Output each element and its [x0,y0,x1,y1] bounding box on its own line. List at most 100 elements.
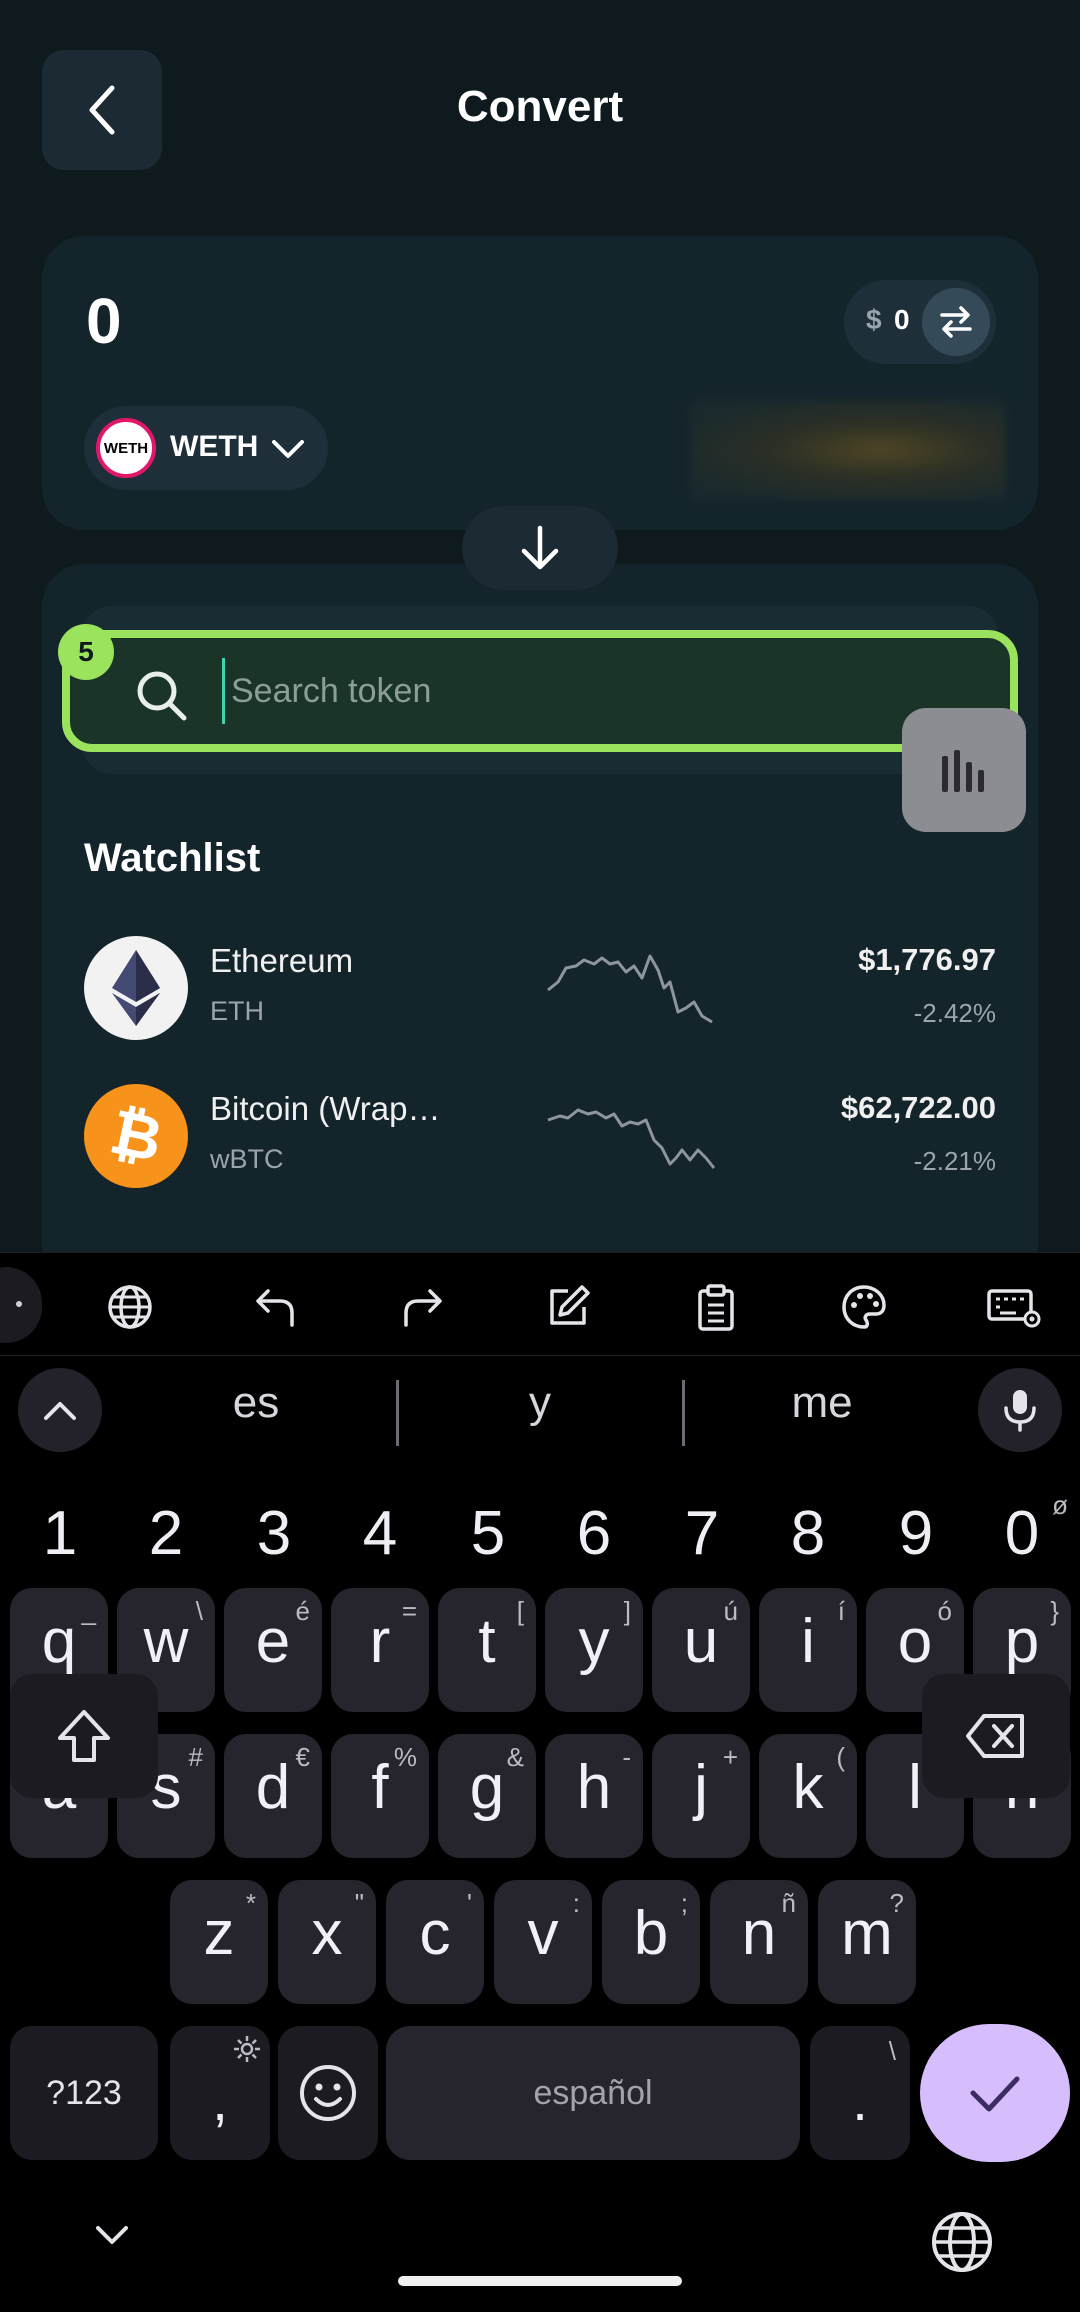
letter-key[interactable]: k( [759,1734,857,1858]
key-alt-label: - [622,1742,631,1772]
edit-icon[interactable] [544,1283,592,1331]
symbols-key[interactable]: ?123 [10,2026,158,2160]
swap-arrows-icon[interactable] [922,288,990,356]
direction-button[interactable] [462,506,618,590]
letter-key[interactable]: x " [278,1880,376,2004]
globe-icon[interactable] [106,1283,154,1331]
suggestion[interactable]: y [440,1378,640,1428]
microphone-button[interactable] [978,1368,1062,1452]
amount-input[interactable]: 0 [86,284,122,358]
letter-key[interactable]: d € [224,1734,322,1858]
sparkline [547,954,713,1024]
period-key[interactable]: . \ [810,2026,910,2160]
letter-key[interactable]: ií [759,1588,857,1712]
coin-price: $62,722.00 [840,1090,996,1125]
letter-key[interactable]: b; [602,1880,700,2004]
search-input[interactable] [222,658,822,724]
from-card: 0 $ 0 WETH WETH [42,236,1038,530]
letter-key[interactable]: z * [170,1880,268,2004]
enter-key[interactable] [920,2024,1070,2162]
letter-key[interactable]: g & [438,1734,536,1858]
coin-change: -2.42% [913,998,996,1028]
watchlist-row[interactable]: Ethereum ETH $1,776.97 -2.42% [84,936,996,1042]
number-key[interactable]: 7 [652,1484,752,1584]
coin-name: Bitcoin (Wrap… [210,1090,441,1127]
chart-button[interactable] [902,708,1026,832]
letter-key[interactable]: t[ [438,1588,536,1712]
key-alt-label: ( [836,1742,845,1772]
coin-price: $1,776.97 [858,942,996,977]
redo-icon[interactable] [398,1283,446,1331]
emoji-key[interactable] [278,2026,378,2160]
coin-symbol: wBTC [210,1144,284,1174]
letter-key[interactable]: h- [545,1734,643,1858]
number-key[interactable]: 1 [10,1484,110,1584]
period-alt: \ [888,2036,896,2066]
key-alt-label: í [837,1596,845,1626]
key-alt-label: é [295,1596,310,1626]
letter-key[interactable]: c ' [386,1880,484,2004]
home-indicator[interactable] [398,2276,682,2286]
coin-change: -2.21% [913,1146,996,1176]
toolbar-expand[interactable] [0,1267,42,1343]
key-alt-label: ] [623,1596,631,1626]
undo-icon[interactable] [252,1283,300,1331]
coin-name: Ethereum [210,942,354,979]
checkmark-icon [970,2076,1020,2112]
token-selector[interactable]: WETH WETH [84,406,328,490]
suggestion[interactable]: me [722,1378,922,1428]
search-field[interactable] [62,630,1018,752]
comma-key[interactable]: , [170,2026,270,2160]
number-key[interactable]: 5 [438,1484,538,1584]
page-title: Convert [456,82,624,131]
number-key[interactable]: 9 [866,1484,966,1584]
letter-key[interactable]: eé [224,1588,322,1712]
shift-key[interactable] [10,1674,158,1798]
comma-label: , [212,2068,228,2132]
ethereum-icon [84,936,188,1040]
emoji-icon [300,2065,356,2121]
number-key[interactable]: 6 [544,1484,644,1584]
language-switch-icon[interactable] [930,2210,994,2274]
letter-key[interactable]: uú [652,1588,750,1712]
key-alt-label: + [722,1742,738,1772]
key-alt-label: ; [680,1888,688,1918]
letter-key[interactable]: y] [545,1588,643,1712]
keyboard-toolbar [0,1252,1080,1356]
letter-key[interactable]: f% [331,1734,429,1858]
key-alt-label: [ [516,1596,524,1626]
convert-screen: Convert 0 $ 0 WETH WETH 5 [0,0,1080,1252]
keyboard-settings-icon[interactable] [986,1283,1042,1331]
expand-suggestions-button[interactable] [18,1368,102,1452]
number-key[interactable]: 4 [330,1484,430,1584]
sparkline [547,1108,716,1169]
number-key[interactable]: 3 [224,1484,324,1584]
coin-symbol: ETH [210,996,264,1026]
microphone-icon [1004,1390,1036,1432]
suggestion[interactable]: es [156,1378,356,1428]
palette-icon[interactable] [840,1283,888,1331]
letter-key[interactable]: j + [652,1734,750,1858]
number-key[interactable]: 2 [116,1484,216,1584]
bitcoin-icon: ₿ [84,1084,188,1188]
space-key[interactable]: español [386,2026,800,2160]
letter-key[interactable]: v: [494,1880,592,2004]
number-alt: ø [1052,1490,1068,1520]
watchlist-row[interactable]: ₿ Bitcoin (Wrap… wBTC $62,722.00 -2.21% [84,1084,996,1190]
blurred-balance [690,400,1006,500]
backspace-key[interactable] [922,1674,1070,1798]
letter-key[interactable]: r = [331,1588,429,1712]
symbols-label: ?123 [46,2073,122,2112]
period-label: . [852,2068,868,2132]
key-alt-label: # [188,1742,203,1772]
number-key[interactable]: 8 [758,1484,858,1584]
usd-toggle[interactable]: $ 0 [844,280,996,364]
letter-key[interactable]: m? [818,1880,916,2004]
backspace-icon [966,1714,1024,1758]
clipboard-icon[interactable] [692,1283,740,1331]
key-alt-label: ñ [781,1888,796,1918]
hide-keyboard-icon[interactable] [92,2220,132,2248]
usd-value: 0 [894,304,910,335]
letter-key[interactable]: nñ [710,1880,808,2004]
key-alt-label: } [1050,1596,1059,1626]
